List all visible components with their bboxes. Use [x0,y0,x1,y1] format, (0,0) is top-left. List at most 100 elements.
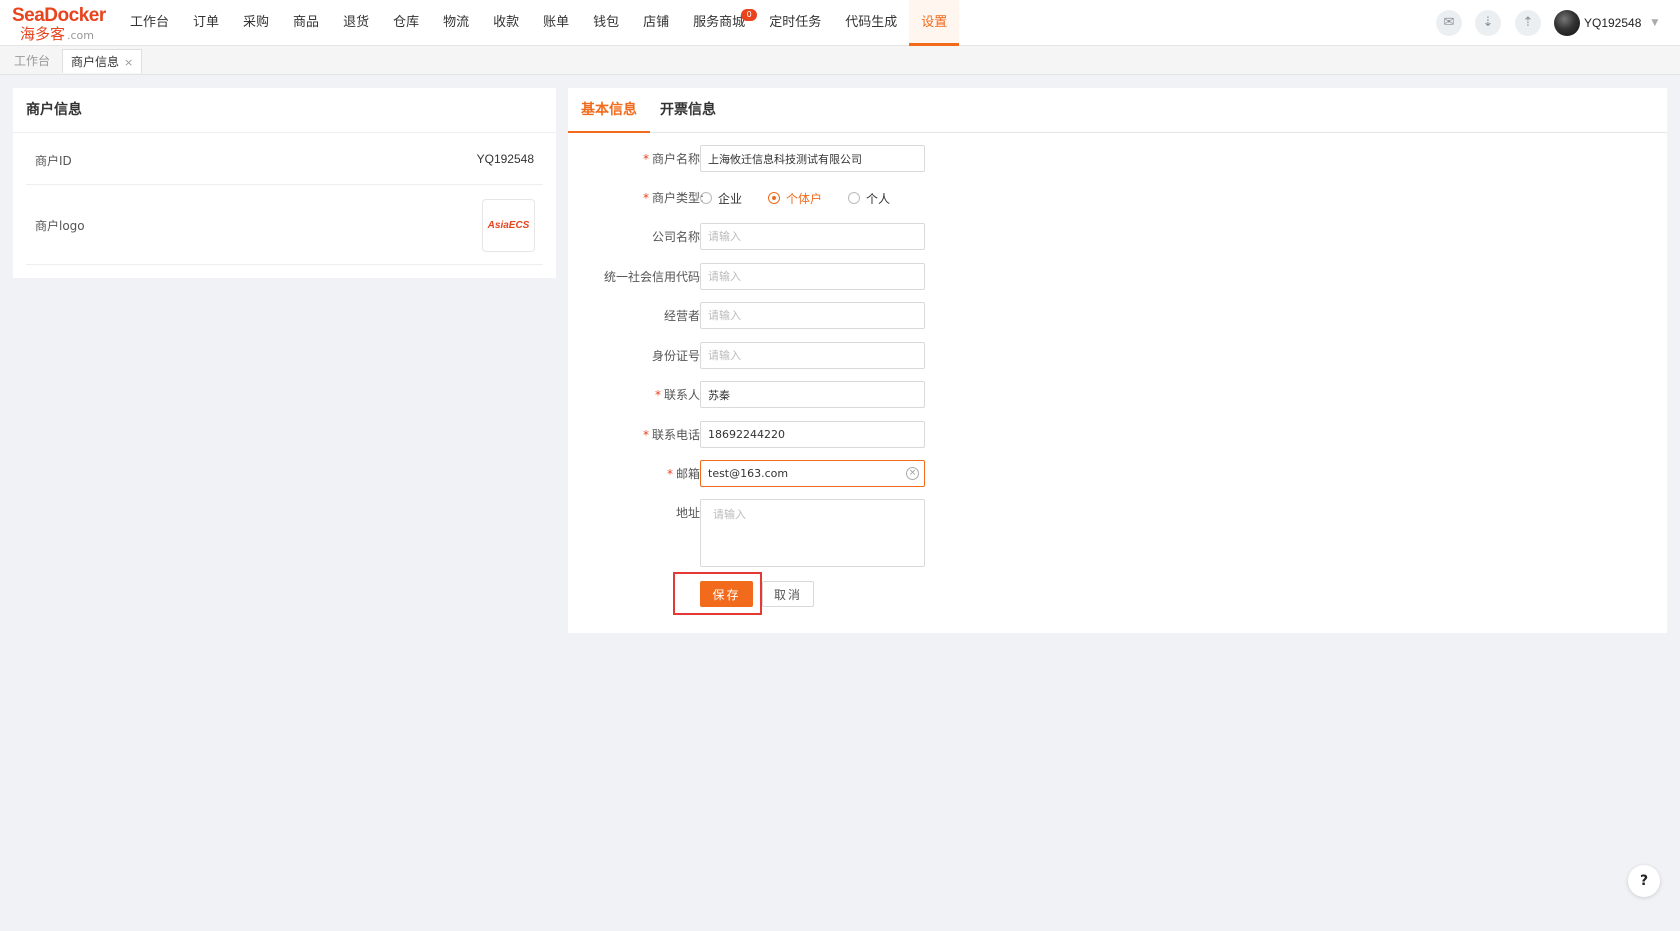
logo-text-cn: 海多客 .com [20,26,112,44]
required-mark: * [642,152,649,166]
merchant-id-label: 商户ID [35,154,72,168]
radio-enterprise[interactable]: 企业 [700,190,742,207]
merchant-type-label-text: 商户类型: [651,191,704,205]
radio-label: 个体户 [786,191,823,206]
contact-row: * 联系人: [568,381,1168,409]
notification-badge: 0 [741,9,758,21]
phone-label-text: 联系电话: [651,428,704,442]
form-tabs: 基本信息 开票信息 [568,88,1667,133]
announcement-icon[interactable]: ✉ [1436,10,1462,36]
nav-label-service-mall: 服务商城 [693,15,746,30]
id-number-row: 身份证号: [568,342,1168,370]
required-mark: * [654,388,661,402]
nav-item-code-gen[interactable]: 代码生成 [833,0,909,46]
email-field[interactable] [700,460,925,487]
nav-item-workbench[interactable]: 工作台 [118,0,181,46]
operator-label: 经营者: [663,309,704,323]
close-icon[interactable]: × [124,56,133,69]
merchant-name-label: * 商户名称: [643,145,704,173]
upload-icon[interactable]: ⇡ [1515,10,1541,36]
company-name-input[interactable] [700,223,925,250]
logo-domain: .com [67,29,95,42]
phone-row: * 联系电话: [568,421,1168,449]
phone-label: * 联系电话: [643,421,704,449]
tab-invoice-info[interactable]: 开票信息 [660,88,716,133]
page-tab-workbench[interactable]: 工作台 [6,49,58,73]
user-name: YQ192548 [1584,16,1642,30]
nav-item-settings[interactable]: 设置 [909,0,960,46]
merchant-name-label-text: 商户名称: [651,152,704,166]
nav-item-service-mall[interactable]: 服务商城 0 [681,0,758,46]
credit-code-input[interactable] [700,263,925,290]
merchant-id-value: YQ192548 [476,152,534,166]
radio-circle [768,192,781,204]
address-textarea[interactable] [700,499,925,567]
tab-basic-info[interactable]: 基本信息 [568,88,650,133]
merchant-name-row: * 商户名称: [568,145,1168,173]
id-number-label: 身份证号: [651,349,704,363]
radio-circle [700,192,712,204]
contact-label-text: 联系人: [663,388,704,402]
nav-item-wallet[interactable]: 钱包 [581,0,631,46]
seadocker-logo[interactable]: SeaDocker 海多客 .com [12,5,112,44]
merchant-info-card: 商户信息 商户ID YQ192548 商户logo AsiaECS [13,88,556,278]
merchant-id-row: 商户ID YQ192548 [26,133,543,185]
merchant-type-radio-group: 企业 个体户 个人 [700,184,916,212]
main-nav: 工作台 订单 采购 商品 退货 仓库 物流 收款 账单 钱包 店铺 服务商城 0 … [118,0,960,46]
nav-item-bills[interactable]: 账单 [531,0,581,46]
page-tab-label: 商户信息 [71,55,120,69]
merchant-form-card: 基本信息 开票信息 *商户名称: *商户类型: 企业 个体户 个人 公司名称: … [568,88,1667,633]
nav-item-payments[interactable]: 收款 [481,0,531,46]
cancel-button[interactable]: 取消 [762,581,814,607]
nav-item-scheduled-tasks[interactable]: 定时任务 [757,0,833,46]
nav-item-orders[interactable]: 订单 [181,0,231,46]
company-name-row: 公司名称: [568,223,1168,251]
radio-circle [848,192,861,204]
credit-code-label: 统一社会信用代码: [603,270,704,284]
nav-item-products[interactable]: 商品 [281,0,331,46]
required-mark: * [642,428,649,442]
download-icon[interactable]: ⇣ [1475,10,1501,36]
nav-item-returns[interactable]: 退货 [331,0,381,46]
merchant-type-row: * 商户类型: 企业 个体户 个人 [568,184,1168,212]
company-name-label: 公司名称: [651,230,704,244]
required-mark: * [666,467,673,481]
address-row: 地址: [568,499,1168,569]
merchant-name-input[interactable] [700,145,925,172]
merchant-logo-row: 商户logo AsiaECS [26,185,543,265]
radio-label: 个人 [866,191,891,206]
nav-item-stores[interactable]: 店铺 [631,0,681,46]
merchant-logo-label: 商户logo [35,219,85,233]
contact-input[interactable] [700,381,925,408]
top-navbar: SeaDocker 海多客 .com 工作台 订单 采购 商品 退货 仓库 物流 … [0,0,1680,46]
merchant-logo-text: AsiaECS [487,220,530,231]
operator-input[interactable] [700,302,925,329]
page-tab-strip: 工作台 商户信息 × [0,46,1680,75]
merchant-logo-image[interactable]: AsiaECS [482,199,535,252]
save-button[interactable]: 保存 [700,581,753,607]
merchant-type-label: * 商户类型: [643,184,704,212]
help-button[interactable]: ? [1628,865,1660,897]
email-label: * 邮箱: [667,460,704,488]
user-menu[interactable]: YQ192548 ▼ [1554,10,1658,36]
id-number-input[interactable] [700,342,925,369]
operator-row: 经营者: [568,302,1168,330]
contact-label: * 联系人: [655,381,704,409]
radio-label: 企业 [718,191,743,206]
radio-personal[interactable]: 个人 [848,190,890,207]
clear-icon[interactable]: × [906,467,919,480]
nav-item-warehouse[interactable]: 仓库 [381,0,431,46]
credit-code-row: 统一社会信用代码: [568,263,1168,291]
phone-input[interactable] [700,421,925,448]
page-tab-merchant-info[interactable]: 商户信息 × [62,49,143,73]
nav-item-logistics[interactable]: 物流 [431,0,481,46]
email-row: *邮箱: × [568,460,1168,488]
card-title: 商户信息 [13,88,556,133]
logo-text-en: SeaDocker [12,5,106,26]
logo-cn: 海多客 [20,25,66,43]
nav-item-purchase[interactable]: 采购 [231,0,281,46]
radio-individual-business[interactable]: 个体户 [768,190,822,207]
avatar [1554,10,1580,36]
required-mark: * [642,191,649,205]
chevron-down-icon: ▼ [1651,18,1659,28]
